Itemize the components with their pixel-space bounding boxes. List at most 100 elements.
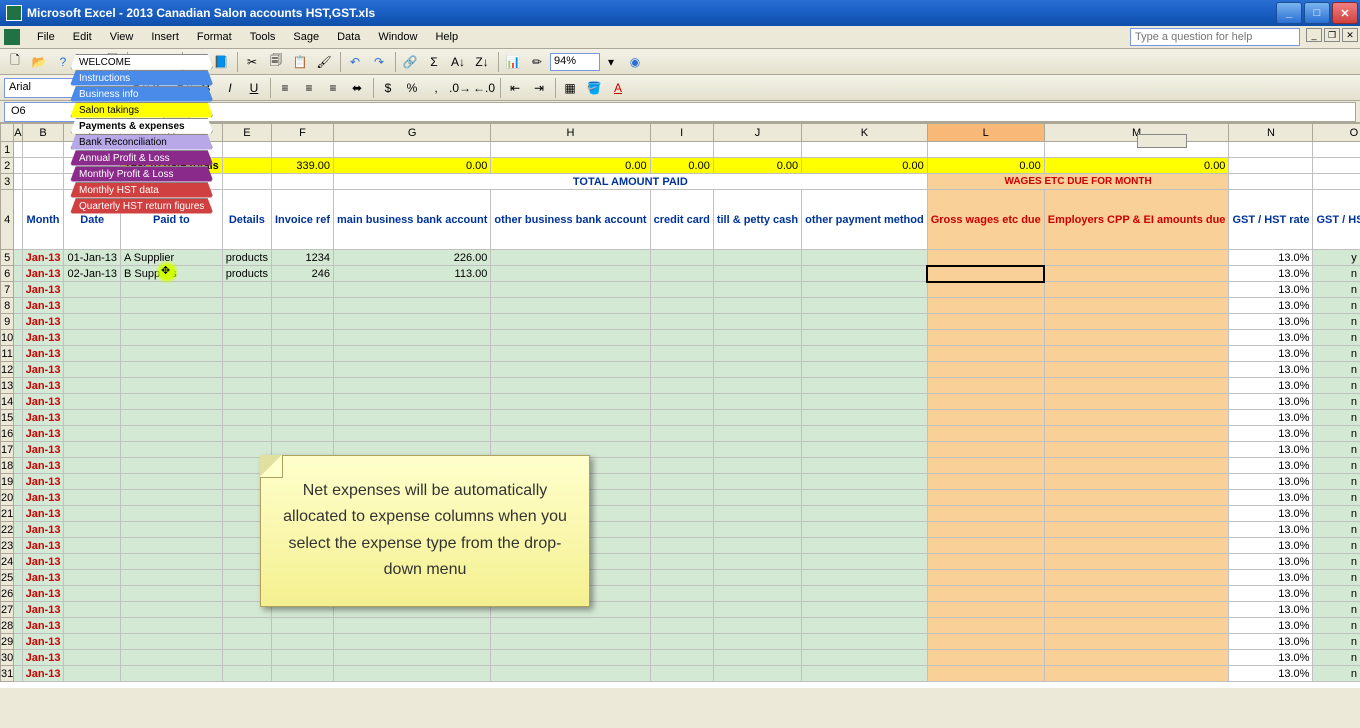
cell[interactable] <box>64 618 121 634</box>
cell[interactable] <box>64 490 121 506</box>
cell[interactable] <box>713 378 801 394</box>
cell[interactable] <box>64 394 121 410</box>
cell[interactable] <box>650 330 713 346</box>
cell[interactable]: 13.0% <box>1229 602 1313 618</box>
cell[interactable] <box>121 314 223 330</box>
cell[interactable] <box>121 586 223 602</box>
cell[interactable] <box>14 618 22 634</box>
cell[interactable] <box>650 362 713 378</box>
cell[interactable] <box>1044 346 1229 362</box>
cell[interactable] <box>802 250 928 266</box>
cell[interactable] <box>1044 666 1229 682</box>
cell[interactable] <box>14 570 22 586</box>
cell[interactable] <box>271 410 333 426</box>
cell[interactable] <box>64 426 121 442</box>
col-header-B[interactable]: B <box>22 124 64 142</box>
cell[interactable] <box>1044 554 1229 570</box>
cell[interactable]: 13.0% <box>1229 442 1313 458</box>
cell[interactable] <box>14 522 22 538</box>
cell[interactable] <box>713 442 801 458</box>
cell[interactable] <box>271 426 333 442</box>
cell[interactable] <box>927 250 1044 266</box>
menu-sage[interactable]: Sage <box>284 28 328 46</box>
cell[interactable] <box>491 346 650 362</box>
col-header-G[interactable]: G <box>334 124 491 142</box>
underline-button[interactable]: U <box>243 77 265 99</box>
cell[interactable]: Jan-13 <box>22 458 64 474</box>
cell[interactable]: 0.00 <box>491 158 650 174</box>
cell[interactable] <box>491 618 650 634</box>
cell[interactable]: n <box>1313 522 1360 538</box>
cell[interactable] <box>802 618 928 634</box>
cell[interactable] <box>1044 586 1229 602</box>
cell[interactable] <box>713 282 801 298</box>
cell[interactable] <box>64 474 121 490</box>
cell[interactable]: main business bank account <box>334 190 491 250</box>
cell[interactable] <box>1044 250 1229 266</box>
cell[interactable]: Jan-13 <box>22 506 64 522</box>
cell[interactable] <box>64 586 121 602</box>
cell[interactable]: n <box>1313 490 1360 506</box>
sheet-tab-payments-expenses[interactable]: Payments & expenses <box>70 118 213 134</box>
cell[interactable] <box>1044 314 1229 330</box>
open-icon[interactable]: 📂 <box>28 51 50 73</box>
menu-format[interactable]: Format <box>188 28 241 46</box>
cell[interactable] <box>1044 618 1229 634</box>
cell[interactable] <box>14 266 22 282</box>
cell[interactable] <box>927 442 1044 458</box>
menu-edit[interactable]: Edit <box>64 28 101 46</box>
cell[interactable]: 13.0% <box>1229 346 1313 362</box>
cell[interactable] <box>650 570 713 586</box>
cell[interactable]: Jan-13 <box>22 378 64 394</box>
cell[interactable]: 13.0% <box>1229 618 1313 634</box>
cell[interactable] <box>222 174 271 190</box>
cell[interactable] <box>927 650 1044 666</box>
cell[interactable] <box>271 298 333 314</box>
cell[interactable] <box>802 394 928 410</box>
mdi-close[interactable]: ✕ <box>1342 28 1358 42</box>
row-header-10[interactable]: 10 <box>1 330 14 346</box>
cell[interactable]: y <box>1313 250 1360 266</box>
cell[interactable] <box>121 330 223 346</box>
cell[interactable] <box>927 634 1044 650</box>
close-button[interactable]: ✕ <box>1332 2 1358 24</box>
cell[interactable] <box>334 394 491 410</box>
cell[interactable] <box>271 346 333 362</box>
cell[interactable] <box>802 362 928 378</box>
cell[interactable] <box>334 410 491 426</box>
cell[interactable] <box>271 142 333 158</box>
cell[interactable]: Jan-13 <box>22 266 64 282</box>
cell[interactable] <box>927 538 1044 554</box>
cell[interactable] <box>927 474 1044 490</box>
cell[interactable] <box>713 410 801 426</box>
cell[interactable] <box>650 142 713 158</box>
cell[interactable] <box>14 602 22 618</box>
cell[interactable] <box>713 490 801 506</box>
col-header-O[interactable]: O <box>1313 124 1360 142</box>
cell[interactable] <box>650 538 713 554</box>
cell[interactable]: n <box>1313 586 1360 602</box>
formula-input[interactable] <box>189 102 1356 122</box>
cell[interactable] <box>927 618 1044 634</box>
cell[interactable]: n <box>1313 330 1360 346</box>
cell[interactable] <box>802 426 928 442</box>
cell[interactable] <box>1044 442 1229 458</box>
cell[interactable] <box>121 490 223 506</box>
row-header-30[interactable]: 30 <box>1 650 14 666</box>
cell[interactable] <box>222 410 271 426</box>
cell[interactable] <box>1044 506 1229 522</box>
cell[interactable] <box>271 362 333 378</box>
cell[interactable] <box>713 538 801 554</box>
sheet-tab-instructions[interactable]: Instructions <box>70 70 213 86</box>
cell[interactable] <box>64 666 121 682</box>
cell[interactable] <box>121 602 223 618</box>
cell[interactable] <box>650 426 713 442</box>
cell[interactable] <box>491 142 650 158</box>
cell[interactable] <box>1044 330 1229 346</box>
cell[interactable] <box>14 298 22 314</box>
cell[interactable]: n <box>1313 282 1360 298</box>
cell[interactable]: 0.00 <box>1044 158 1229 174</box>
col-header-L[interactable]: L <box>927 124 1044 142</box>
scroll-thumb[interactable] <box>1137 134 1187 148</box>
cell[interactable]: Jan-13 <box>22 634 64 650</box>
